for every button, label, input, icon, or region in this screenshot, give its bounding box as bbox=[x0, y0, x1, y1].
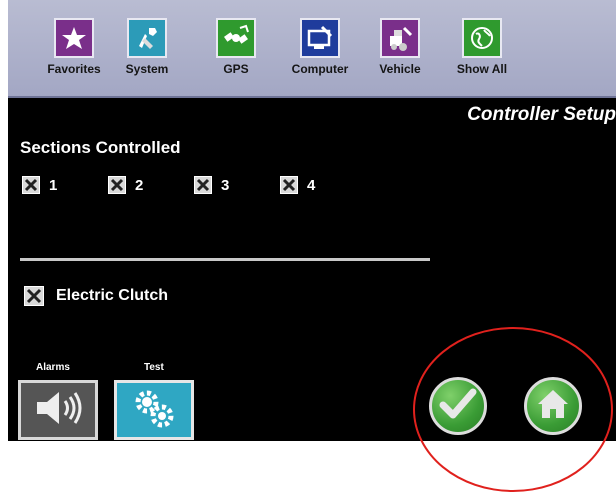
checkbox-x-icon bbox=[280, 176, 298, 194]
alarms-label: Alarms bbox=[36, 362, 70, 373]
electric-clutch-label: Electric Clutch bbox=[56, 287, 169, 304]
globe-icon bbox=[462, 18, 502, 58]
checkbox-x-icon bbox=[194, 176, 212, 194]
sections-controlled-label: Sections Controlled bbox=[20, 138, 181, 157]
system-tools-icon bbox=[127, 18, 167, 58]
toolbar-system[interactable]: System bbox=[111, 18, 183, 76]
toolbar-label: System bbox=[125, 62, 169, 76]
toolbar-vehicle[interactable]: Vehicle bbox=[364, 18, 436, 76]
electric-clutch-checkbox[interactable]: Electric Clutch bbox=[24, 286, 168, 306]
checkbox-x-icon bbox=[22, 176, 40, 194]
divider bbox=[20, 258, 430, 261]
toolbar-favorites[interactable]: Favorites bbox=[38, 18, 110, 76]
toolbar-label: Favorites bbox=[47, 62, 101, 76]
test-label: Test bbox=[144, 362, 164, 373]
computer-icon bbox=[300, 18, 340, 58]
section-number: 4 bbox=[307, 176, 316, 194]
toolbar-label: Computer bbox=[291, 62, 349, 76]
section-checkbox-4[interactable]: 4 bbox=[280, 176, 315, 194]
checkbox-x-icon bbox=[108, 176, 126, 194]
toolbar-label: Show All bbox=[456, 62, 508, 76]
toolbar-computer[interactable]: Computer bbox=[284, 18, 356, 76]
gears-icon bbox=[130, 386, 178, 435]
section-checkbox-1[interactable]: 1 bbox=[22, 176, 57, 194]
star-icon bbox=[54, 18, 94, 58]
toolbar-label: Vehicle bbox=[379, 62, 421, 76]
test-button[interactable] bbox=[114, 380, 194, 440]
toolbar-gps[interactable]: GPS bbox=[200, 18, 272, 76]
vehicle-icon bbox=[380, 18, 420, 58]
page-title: Controller Setup bbox=[467, 104, 616, 125]
section-checkbox-3[interactable]: 3 bbox=[194, 176, 229, 194]
section-number: 1 bbox=[49, 176, 58, 194]
speaker-icon bbox=[31, 388, 85, 433]
section-number: 2 bbox=[135, 176, 144, 194]
section-checkbox-2[interactable]: 2 bbox=[108, 176, 143, 194]
checkbox-x-icon bbox=[24, 286, 44, 306]
toolbar-show-all[interactable]: Show All bbox=[446, 18, 518, 76]
toolbar-label: GPS bbox=[223, 62, 249, 76]
alarms-button[interactable] bbox=[18, 380, 98, 440]
top-toolbar: Favorites System GPS Computer Vehicle Sh… bbox=[8, 0, 616, 98]
section-number: 3 bbox=[221, 176, 230, 194]
satellite-icon bbox=[216, 18, 256, 58]
highlight-circle bbox=[413, 327, 613, 492]
